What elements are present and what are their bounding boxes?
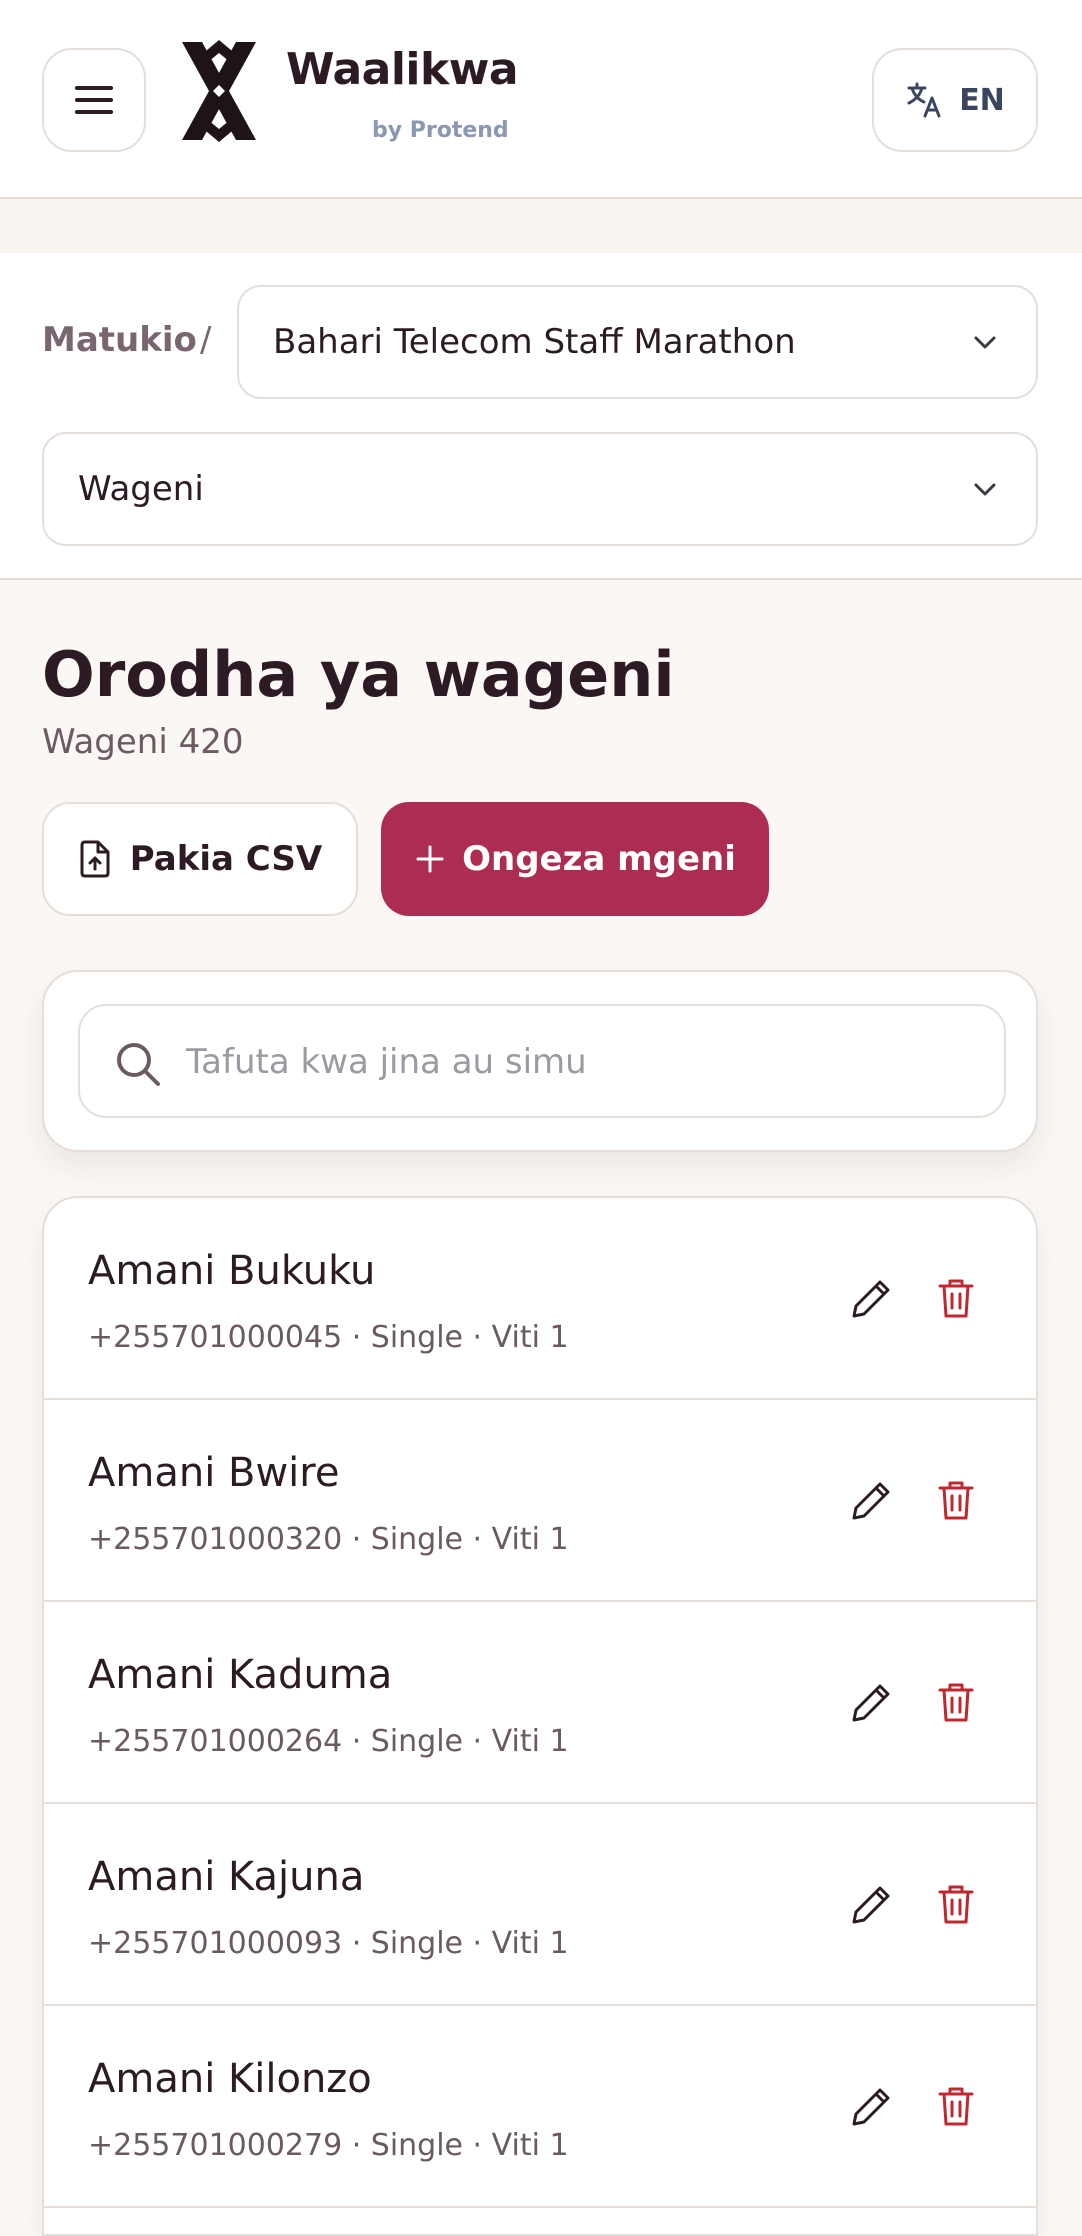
list-item[interactable]: Amani Bwire +255701000320 · Single · Vit… bbox=[44, 1400, 1036, 1602]
language-label: EN bbox=[959, 82, 1005, 118]
waalikwa-logo-icon bbox=[182, 40, 256, 142]
add-guest-label: Ongeza mgeni bbox=[462, 839, 736, 879]
trash-icon bbox=[938, 2087, 974, 2126]
guest-details: +255701000320 · Single · Viti 1 bbox=[88, 1522, 569, 1557]
pencil-icon bbox=[852, 1482, 890, 1520]
event-select[interactable]: Bahari Telecom Staff Marathon bbox=[237, 285, 1038, 399]
guest-name: Amani Bukuku bbox=[88, 1248, 376, 1294]
search-icon bbox=[117, 1043, 160, 1086]
delete-guest-button[interactable] bbox=[928, 1472, 984, 1528]
chevron-down-icon bbox=[974, 483, 996, 496]
chevron-down-icon bbox=[974, 336, 996, 349]
upload-csv-label: Pakia CSV bbox=[129, 839, 323, 879]
search-box[interactable] bbox=[78, 1004, 1006, 1118]
guest-name: Amani Kilonzo bbox=[88, 2056, 372, 2102]
guest-details: +255701000045 · Single · Viti 1 bbox=[88, 1320, 569, 1355]
search-card bbox=[42, 970, 1038, 1152]
section-select-value: Wageni bbox=[78, 469, 204, 509]
menu-button[interactable] bbox=[42, 48, 146, 152]
list-item[interactable]: Amani Kilonzo +255701000279 · Single · V… bbox=[44, 2006, 1036, 2208]
header-spacer bbox=[0, 199, 1082, 253]
pencil-icon bbox=[852, 1684, 890, 1722]
guest-list: Amani Bukuku +255701000045 · Single · Vi… bbox=[42, 1196, 1038, 2236]
language-button[interactable]: EN bbox=[872, 48, 1038, 152]
edit-guest-button[interactable] bbox=[844, 2078, 900, 2134]
search-input[interactable] bbox=[186, 1026, 976, 1098]
list-item[interactable]: Amani Kaduma +255701000264 · Single · Vi… bbox=[44, 1602, 1036, 1804]
guest-name: Amani Bwire bbox=[88, 1450, 340, 1496]
guest-details: +255701000279 · Single · Viti 1 bbox=[88, 2128, 569, 2163]
guest-details: +255701000093 · Single · Viti 1 bbox=[88, 1926, 569, 1961]
edit-guest-button[interactable] bbox=[844, 1876, 900, 1932]
hamburger-menu-icon bbox=[75, 86, 113, 114]
breadcrumb-separator: / bbox=[200, 320, 212, 360]
event-select-value: Bahari Telecom Staff Marathon bbox=[273, 322, 796, 362]
trash-icon bbox=[938, 1481, 974, 1520]
brand-name: Waalikwa bbox=[286, 44, 519, 95]
plus-icon bbox=[416, 845, 444, 873]
breadcrumb-events[interactable]: Matukio bbox=[42, 320, 197, 360]
guest-name: Amani Kajuna bbox=[88, 1854, 365, 1900]
delete-guest-button[interactable] bbox=[928, 2078, 984, 2134]
translate-icon bbox=[907, 82, 941, 118]
edit-guest-button[interactable] bbox=[844, 1472, 900, 1528]
delete-guest-button[interactable] bbox=[928, 1674, 984, 1730]
file-upload-icon bbox=[80, 840, 110, 878]
pencil-icon bbox=[852, 1886, 890, 1924]
pencil-icon bbox=[852, 1280, 890, 1318]
guest-details: +255701000264 · Single · Viti 1 bbox=[88, 1724, 569, 1759]
delete-guest-button[interactable] bbox=[928, 1876, 984, 1932]
list-item[interactable]: Amani Bukuku +255701000045 · Single · Vi… bbox=[44, 1198, 1036, 1400]
app-header: Waalikwa by Protend EN bbox=[0, 0, 1082, 199]
list-item[interactable]: Amani Kajuna +255701000093 · Single · Vi… bbox=[44, 1804, 1036, 2006]
edit-guest-button[interactable] bbox=[844, 1270, 900, 1326]
brand-subtitle: by Protend bbox=[372, 118, 509, 143]
section-select[interactable]: Wageni bbox=[42, 432, 1038, 546]
upload-csv-button[interactable]: Pakia CSV bbox=[42, 802, 358, 916]
trash-icon bbox=[938, 1885, 974, 1924]
delete-guest-button[interactable] bbox=[928, 1270, 984, 1326]
add-guest-button[interactable]: Ongeza mgeni bbox=[381, 802, 769, 916]
pencil-icon bbox=[852, 2088, 890, 2126]
guest-count: Wageni 420 bbox=[42, 722, 244, 762]
trash-icon bbox=[938, 1279, 974, 1318]
page-title: Orodha ya wageni bbox=[42, 638, 675, 711]
edit-guest-button[interactable] bbox=[844, 1674, 900, 1730]
guest-name: Amani Kaduma bbox=[88, 1652, 393, 1698]
trash-icon bbox=[938, 1683, 974, 1722]
